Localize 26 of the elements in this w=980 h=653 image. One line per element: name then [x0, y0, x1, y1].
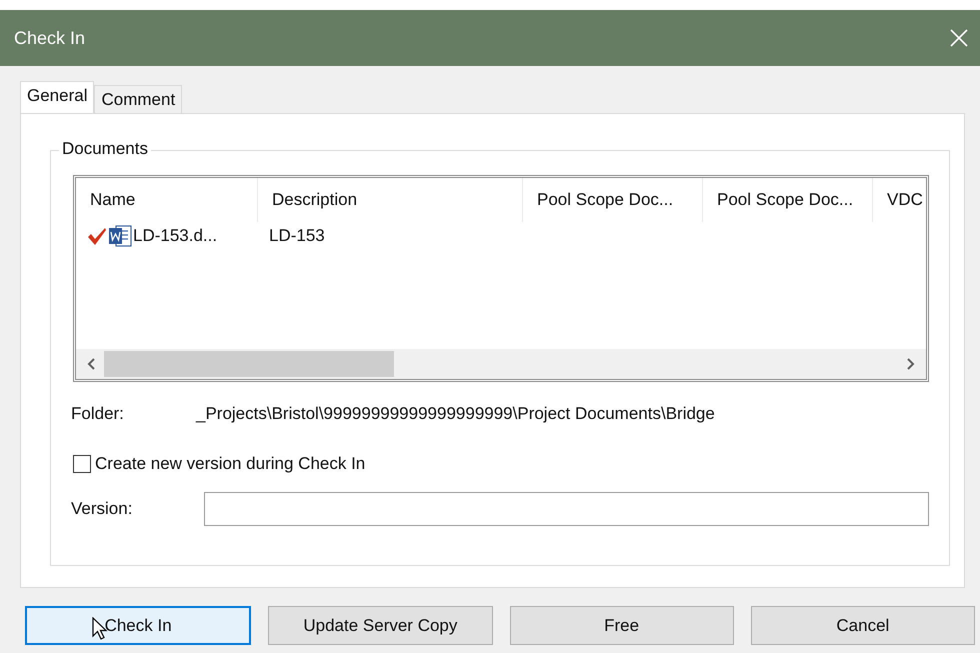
horizontal-scrollbar[interactable]	[76, 349, 926, 379]
version-label: Version:	[71, 499, 134, 519]
column-header[interactable]: Name	[76, 178, 258, 222]
dialog-button[interactable]: Check In	[25, 606, 252, 645]
table-cell: LD-153.d...	[133, 226, 218, 246]
folder-label: Folder:	[71, 404, 125, 424]
folder-path: _Projects\Bristol\99999999999999999999\Project Documents\Bridge	[196, 404, 715, 424]
version-field[interactable]	[204, 492, 929, 526]
scroll-right-icon[interactable]	[906, 357, 916, 371]
checkbox-label[interactable]: Create new version during Check In	[95, 454, 366, 474]
table-cell: LD-153	[269, 226, 325, 246]
scroll-left-icon[interactable]	[86, 357, 96, 371]
scrollbar-thumb[interactable]	[104, 351, 394, 377]
window-title: Check In	[14, 28, 86, 48]
checkbox[interactable]	[73, 455, 91, 473]
column-header[interactable]: Description	[258, 178, 523, 222]
document-icon	[108, 225, 132, 247]
dialog-button[interactable]: Cancel	[750, 606, 975, 645]
column-header[interactable]: VDC	[873, 178, 926, 222]
column-header[interactable]: Pool Scope Doc...	[523, 178, 703, 222]
close-icon[interactable]	[950, 29, 968, 47]
tab[interactable]: Comment	[94, 85, 182, 113]
tab[interactable]: General	[20, 81, 94, 113]
column-header[interactable]: Pool Scope Doc...	[703, 178, 873, 222]
dialog-button[interactable]: Free	[510, 606, 734, 645]
dialog-button[interactable]: Update Server Copy	[268, 606, 492, 645]
